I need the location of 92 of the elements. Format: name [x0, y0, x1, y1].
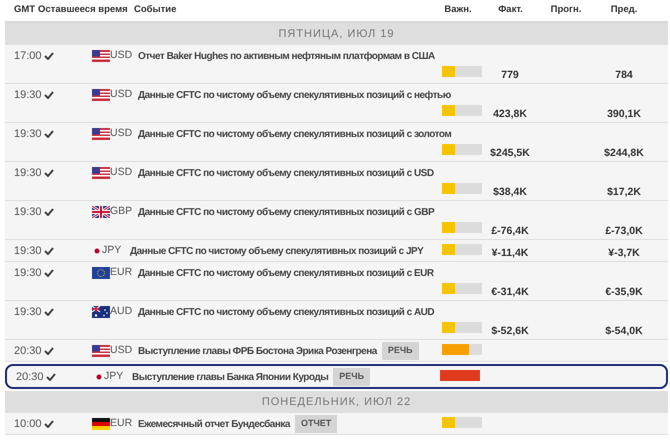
flag-icon: [92, 206, 110, 218]
checkmark-icon: [44, 91, 54, 99]
currency-code: EUR: [110, 265, 134, 280]
importance-bar: [442, 344, 482, 354]
importance-bar: [442, 105, 482, 116]
checkmark-icon: [44, 52, 54, 60]
currency-code: GBP: [110, 204, 134, 220]
event-title: Ежемесячный отчет Бундесбанка: [138, 418, 290, 432]
previous-value: £-73,0K: [604, 225, 644, 238]
event-tag: РЕЧЬ: [333, 368, 370, 386]
column-header: Оставшееся время: [38, 3, 129, 18]
checkmark-icon: [44, 347, 54, 355]
importance-bar: [442, 222, 482, 233]
checkmark-icon: [44, 130, 54, 138]
event-time: 19:30: [13, 244, 43, 259]
actual-value: £-76,4K: [490, 225, 530, 238]
flag-icon: [92, 128, 110, 140]
actual-value: $38,4K: [492, 186, 528, 199]
importance-bar: [442, 144, 482, 155]
event-title: Отчет Baker Hughes по активным нефтяным платформам в США: [138, 50, 435, 64]
event-title: Данные CFTC по чистому объему спекулятивных позиций с золотом: [138, 128, 452, 142]
flag-icon: [92, 306, 110, 318]
importance-bar: [442, 322, 482, 333]
currency-code: JPY: [102, 243, 122, 258]
actual-value: $-52,6K: [490, 325, 530, 338]
event-time: 19:30: [13, 166, 43, 181]
checkmark-icon: [44, 420, 54, 428]
column-header: GMT: [13, 3, 36, 18]
flag-icon: [92, 167, 110, 179]
importance-bar: [442, 244, 482, 254]
importance-bar: [442, 416, 482, 428]
flag-icon: [92, 89, 110, 101]
currency-code: JPY: [104, 369, 124, 384]
previous-value: $-54,0K: [604, 325, 644, 338]
event-title: Данные CFTC по чистому объему спекулятивных позиций с USD: [138, 166, 434, 180]
previous-value: ¥-3,7K: [607, 246, 641, 260]
event-tag: РЕЧЬ: [382, 342, 419, 360]
previous-value: 390,1K: [606, 108, 642, 121]
event-tag: ОТЧЕТ: [294, 415, 338, 433]
day-header: ПЯТНИЦА, ИЮЛ 19: [5, 23, 668, 45]
currency-code: USD: [110, 48, 134, 64]
column-header: Факт.: [497, 3, 524, 18]
actual-value: ¥-11,4K: [490, 246, 530, 260]
actual-value: $245,5K: [489, 147, 531, 160]
checkmark-icon: [44, 208, 54, 216]
column-header: Важн.: [443, 3, 473, 18]
flag-icon: [92, 418, 110, 430]
event-time: 17:00: [13, 48, 43, 64]
importance-bar: [442, 66, 482, 77]
currency-code: USD: [110, 126, 134, 142]
event-time: 10:00: [13, 416, 43, 432]
importance-bar: [442, 283, 482, 294]
event-time: 19:30: [13, 266, 43, 281]
event-title: Данные CFTC по чистому объему спекулятивных позиций с JPY: [130, 244, 424, 258]
checkmark-icon: [46, 373, 56, 381]
flag-icon: [92, 345, 110, 357]
column-header: Событие: [134, 3, 178, 18]
importance-bar: [440, 370, 480, 380]
importance-bar: [442, 183, 482, 194]
flag-icon: [92, 267, 110, 279]
event-time: 19:30: [13, 304, 43, 320]
currency-code: USD: [110, 87, 134, 102]
event-title: Данные CFTC по чистому объему спекулятивных позиций с GBP: [138, 206, 434, 220]
actual-value: 423,8K: [492, 108, 528, 121]
previous-value: €-35,9K: [604, 286, 644, 299]
checkmark-icon: [44, 247, 54, 255]
event-time: 20:30: [15, 370, 45, 385]
currency-code: AUD: [110, 304, 134, 320]
checkmark-icon: [44, 269, 54, 277]
currency-code: USD: [110, 165, 134, 180]
actual-value: 779: [500, 69, 520, 82]
event-title: Данные CFTC по чистому объему спекулятивных позиций с AUD: [138, 306, 434, 320]
event-title: Данные CFTC по чистому объему спекулятивных позиций с нефтью: [138, 88, 451, 102]
event-time: 19:30: [13, 204, 43, 220]
previous-value: $17,2K: [606, 186, 642, 199]
day-header: ПОНЕДЕЛЬНИК, ИЮЛ 22: [5, 391, 668, 413]
flag-icon: [92, 50, 110, 62]
checkmark-icon: [44, 169, 54, 177]
event-title: Выступление главы Банка Японии Куроды: [132, 370, 328, 384]
currency-code: EUR: [110, 416, 134, 432]
event-time: 20:30: [13, 344, 43, 359]
previous-value: $244,8K: [603, 147, 645, 160]
column-header: Прогн.: [550, 3, 582, 18]
event-title: Данные CFTC по чистому объему спекулятивных позиций с EUR: [138, 266, 434, 280]
previous-value: 784: [614, 69, 634, 82]
column-header: Пред.: [610, 3, 638, 18]
event-title: Выступление главы ФРБ Бостона Эрика Розенгрена: [138, 344, 377, 358]
event-time: 19:30: [13, 126, 43, 142]
currency-code: USD: [110, 343, 134, 358]
checkmark-icon: [44, 308, 54, 316]
actual-value: €-31,4K: [490, 286, 530, 299]
event-time: 19:30: [13, 88, 43, 103]
